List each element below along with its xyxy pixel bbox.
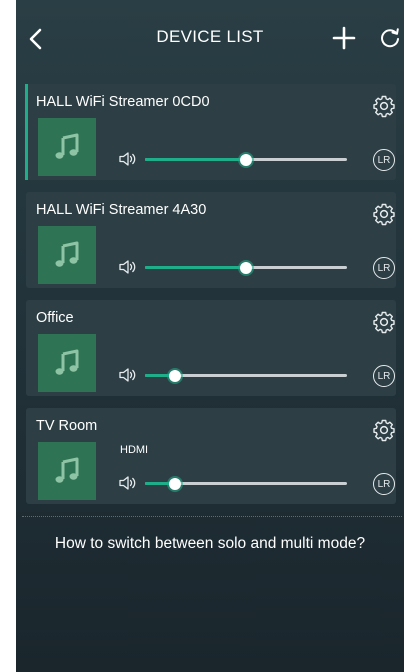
album-art	[38, 334, 96, 392]
volume-fill	[145, 158, 246, 161]
volume-thumb[interactable]	[240, 154, 252, 166]
album-art	[38, 118, 96, 176]
gear-icon[interactable]	[372, 202, 396, 226]
solo-multi-help-link[interactable]: How to switch between solo and multi mod…	[16, 535, 404, 553]
device-list-screen: DEVICE LIST HALL WiFi Streamer 0CD0 LR H…	[16, 0, 404, 672]
volume-fill	[145, 266, 246, 269]
header-bar: DEVICE LIST	[16, 0, 404, 76]
device-name: HALL WiFi Streamer 4A30	[36, 202, 207, 218]
volume-thumb[interactable]	[169, 370, 182, 382]
device-card[interactable]: HALL WiFi Streamer 0CD0 LR	[25, 84, 396, 180]
speaker-icon[interactable]	[119, 475, 137, 491]
volume-slider[interactable]	[145, 262, 347, 274]
section-divider	[22, 516, 402, 517]
channel-lr-button[interactable]: LR	[373, 473, 395, 495]
channel-lr-button[interactable]: LR	[373, 257, 395, 279]
gear-icon[interactable]	[372, 418, 396, 442]
device-card[interactable]: TV Room HDMI LR	[26, 408, 396, 504]
refresh-icon[interactable]	[378, 26, 402, 50]
volume-slider[interactable]	[145, 154, 347, 166]
device-name: Office	[36, 310, 74, 326]
volume-slider[interactable]	[145, 478, 347, 490]
device-name: TV Room	[36, 418, 98, 434]
gear-icon[interactable]	[372, 310, 396, 334]
music-note-icon	[55, 241, 79, 267]
add-device-icon[interactable]	[332, 26, 356, 50]
channel-lr-button[interactable]: LR	[373, 149, 395, 171]
gear-icon[interactable]	[372, 94, 396, 118]
device-source: HDMI	[120, 444, 149, 456]
album-art	[38, 226, 96, 284]
speaker-icon[interactable]	[119, 259, 137, 275]
channel-lr-button[interactable]: LR	[373, 365, 395, 387]
device-card[interactable]: HALL WiFi Streamer 4A30 LR	[26, 192, 396, 288]
device-name: HALL WiFi Streamer 0CD0	[36, 94, 210, 110]
volume-thumb[interactable]	[169, 478, 182, 490]
device-card[interactable]: Office LR	[26, 300, 396, 396]
music-note-icon	[55, 457, 79, 483]
speaker-icon[interactable]	[119, 367, 137, 383]
speaker-icon[interactable]	[119, 151, 137, 167]
music-note-icon	[55, 133, 79, 159]
music-note-icon	[55, 349, 79, 375]
volume-slider[interactable]	[145, 370, 347, 382]
album-art	[38, 442, 96, 500]
volume-thumb[interactable]	[240, 262, 252, 274]
